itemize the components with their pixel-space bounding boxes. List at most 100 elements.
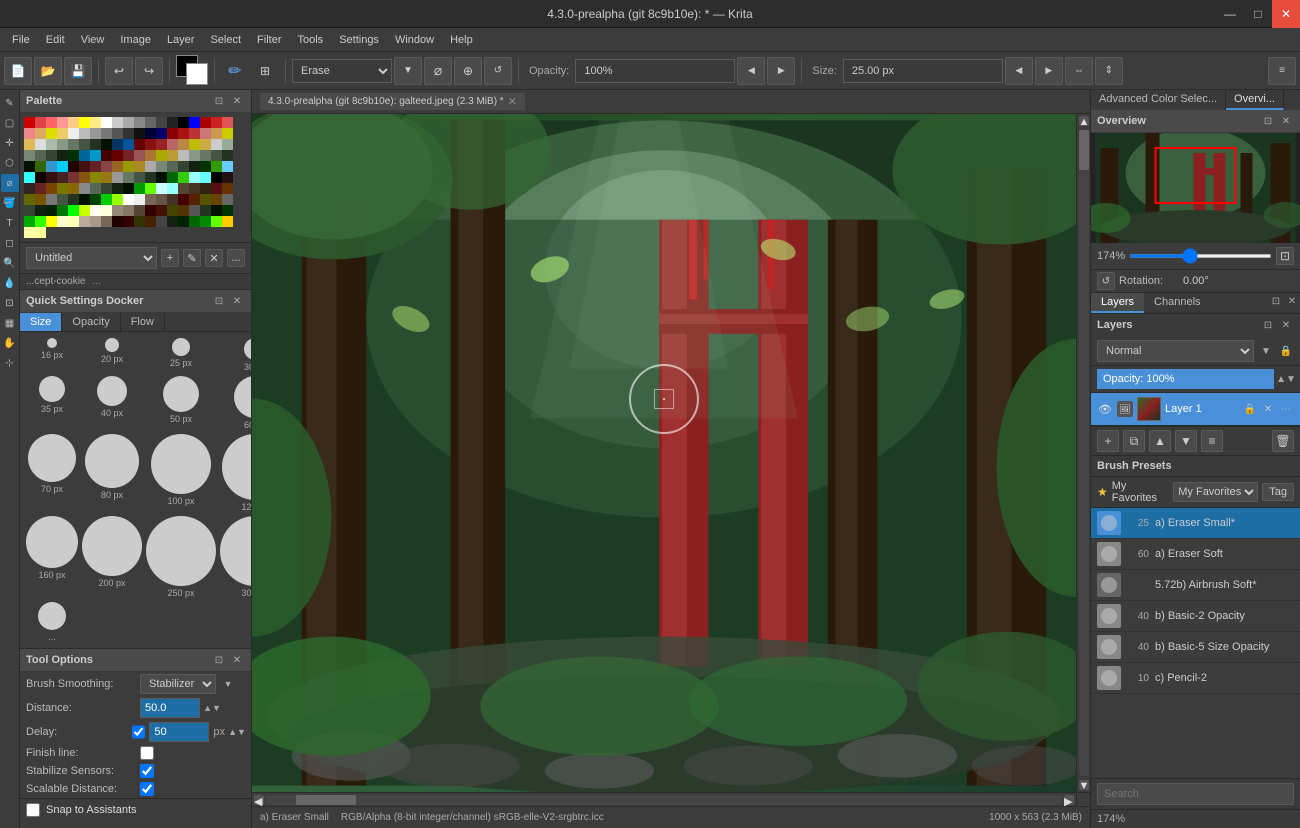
overview-float-btn[interactable]: ⊡ bbox=[1260, 113, 1276, 129]
palette-color-cell[interactable] bbox=[123, 205, 134, 216]
palette-color-cell[interactable] bbox=[211, 139, 222, 150]
menu-view[interactable]: View bbox=[73, 32, 113, 48]
save-button[interactable]: 💾 bbox=[64, 57, 92, 85]
tool-hand[interactable]: ✋ bbox=[1, 334, 19, 352]
menu-file[interactable]: File bbox=[4, 32, 38, 48]
tool-move[interactable]: ✛ bbox=[1, 134, 19, 152]
menu-tools[interactable]: Tools bbox=[290, 32, 332, 48]
size-mirror-btn[interactable]: ⇕ bbox=[1095, 57, 1123, 85]
palette-color-cell[interactable] bbox=[101, 139, 112, 150]
palette-color-cell[interactable] bbox=[46, 161, 57, 172]
palette-color-cell[interactable] bbox=[90, 128, 101, 139]
palette-color-cell[interactable] bbox=[101, 128, 112, 139]
palette-color-cell[interactable] bbox=[211, 161, 222, 172]
palette-color-cell[interactable] bbox=[145, 128, 156, 139]
brush-size-item[interactable]: 50 px bbox=[146, 376, 216, 430]
tab-overview[interactable]: Overvi... bbox=[1226, 90, 1284, 110]
tool-transform[interactable]: ⬡ bbox=[1, 154, 19, 172]
brush-edit-btn[interactable]: ✎ bbox=[183, 249, 201, 267]
palette-color-cell[interactable] bbox=[178, 194, 189, 205]
scroll-left-btn[interactable]: ◀ bbox=[254, 795, 264, 805]
palette-color-cell[interactable] bbox=[46, 128, 57, 139]
palette-color-cell[interactable] bbox=[123, 172, 134, 183]
zoom-fit-btn[interactable]: ⊡ bbox=[1276, 247, 1294, 265]
open-button[interactable]: 📂 bbox=[34, 57, 62, 85]
menu-filter[interactable]: Filter bbox=[249, 32, 289, 48]
close-button[interactable]: ✕ bbox=[1272, 0, 1300, 28]
palette-color-cell[interactable] bbox=[24, 194, 35, 205]
palette-color-cell[interactable] bbox=[189, 216, 200, 227]
scroll-track-v[interactable] bbox=[1079, 130, 1089, 776]
palette-color-cell[interactable] bbox=[24, 227, 35, 238]
blend-mode-lock-btn[interactable]: 🔒 bbox=[1278, 343, 1294, 359]
erase-options-btn[interactable]: ▼ bbox=[394, 57, 422, 85]
palette-color-cell[interactable] bbox=[90, 139, 101, 150]
palette-color-cell[interactable] bbox=[35, 194, 46, 205]
palette-color-cell[interactable] bbox=[167, 150, 178, 161]
quick-settings-float-btn[interactable]: ⊡ bbox=[211, 293, 227, 309]
brush-size-item[interactable]: 40 px bbox=[82, 376, 142, 430]
delay-input[interactable] bbox=[149, 722, 209, 742]
palette-color-cell[interactable] bbox=[101, 205, 112, 216]
palette-color-cell[interactable] bbox=[123, 128, 134, 139]
palette-color-cell[interactable] bbox=[145, 150, 156, 161]
grid-icon[interactable]: ⊞ bbox=[251, 57, 279, 85]
palette-color-cell[interactable] bbox=[79, 161, 90, 172]
palette-color-cell[interactable] bbox=[79, 139, 90, 150]
palette-color-cell[interactable] bbox=[134, 150, 145, 161]
palette-color-cell[interactable] bbox=[211, 117, 222, 128]
palette-color-cell[interactable] bbox=[222, 205, 233, 216]
brush-size-item[interactable]: 60 px bbox=[220, 376, 252, 430]
opacity-up-btn[interactable]: ▶ bbox=[767, 57, 795, 85]
menu-settings[interactable]: Settings bbox=[331, 32, 387, 48]
scalable-distance-checkbox[interactable] bbox=[140, 782, 154, 796]
palette-color-cell[interactable] bbox=[101, 150, 112, 161]
palette-color-cell[interactable] bbox=[134, 205, 145, 216]
palette-color-cell[interactable] bbox=[68, 128, 79, 139]
palette-color-cell[interactable] bbox=[57, 205, 68, 216]
palette-color-cell[interactable] bbox=[112, 117, 123, 128]
eraser-center-btn[interactable]: ⊕ bbox=[454, 57, 482, 85]
layer-trash-btn[interactable]: 🗑 bbox=[1272, 430, 1294, 452]
brush-size-item[interactable]: 250 px bbox=[146, 516, 216, 598]
brush-smoothing-select[interactable]: Stabilizer bbox=[140, 674, 216, 694]
palette-color-cell[interactable] bbox=[200, 194, 211, 205]
menu-image[interactable]: Image bbox=[112, 32, 159, 48]
toolbar-settings-btn[interactable]: ≡ bbox=[1268, 57, 1296, 85]
palette-color-cell[interactable] bbox=[90, 205, 101, 216]
menu-layer[interactable]: Layer bbox=[159, 32, 203, 48]
palette-color-cell[interactable] bbox=[222, 128, 233, 139]
palette-color-cell[interactable] bbox=[112, 128, 123, 139]
tool-select[interactable]: ▢ bbox=[1, 114, 19, 132]
palette-color-cell[interactable] bbox=[189, 150, 200, 161]
tool-assistant[interactable]: ⊹ bbox=[1, 354, 19, 372]
tool-crop[interactable]: ⊡ bbox=[1, 294, 19, 312]
palette-color-cell[interactable] bbox=[156, 183, 167, 194]
brush-delete-btn[interactable]: ✕ bbox=[205, 249, 223, 267]
palette-color-cell[interactable] bbox=[79, 117, 90, 128]
menu-window[interactable]: Window bbox=[387, 32, 442, 48]
tool-text[interactable]: T bbox=[1, 214, 19, 232]
palette-color-cell[interactable] bbox=[46, 194, 57, 205]
palette-color-cell[interactable] bbox=[90, 216, 101, 227]
layers-settings-btn[interactable]: ⊡ bbox=[1260, 317, 1276, 333]
brush-name-dropdown[interactable]: Untitled bbox=[26, 247, 157, 269]
palette-color-cell[interactable] bbox=[167, 139, 178, 150]
brush-more-btn[interactable]: ... bbox=[227, 249, 245, 267]
preset-item[interactable]: 10c) Pencil-2 bbox=[1091, 663, 1300, 694]
palette-color-cell[interactable] bbox=[167, 205, 178, 216]
palette-close-btn[interactable]: ✕ bbox=[229, 93, 245, 109]
palette-color-cell[interactable] bbox=[90, 117, 101, 128]
layer-more-options-btn[interactable]: ≡ bbox=[1201, 430, 1223, 452]
palette-color-cell[interactable] bbox=[101, 172, 112, 183]
palette-color-cell[interactable] bbox=[112, 216, 123, 227]
palette-color-cell[interactable] bbox=[35, 172, 46, 183]
palette-color-cell[interactable] bbox=[90, 183, 101, 194]
delay-stepper[interactable]: ▲▼ bbox=[229, 724, 245, 740]
palette-color-cell[interactable] bbox=[68, 172, 79, 183]
quick-settings-close-btn[interactable]: ✕ bbox=[229, 293, 245, 309]
palette-color-cell[interactable] bbox=[24, 150, 35, 161]
palette-color-cell[interactable] bbox=[156, 139, 167, 150]
palette-color-cell[interactable] bbox=[35, 150, 46, 161]
layers-menu-btn[interactable]: ✕ bbox=[1278, 317, 1294, 333]
